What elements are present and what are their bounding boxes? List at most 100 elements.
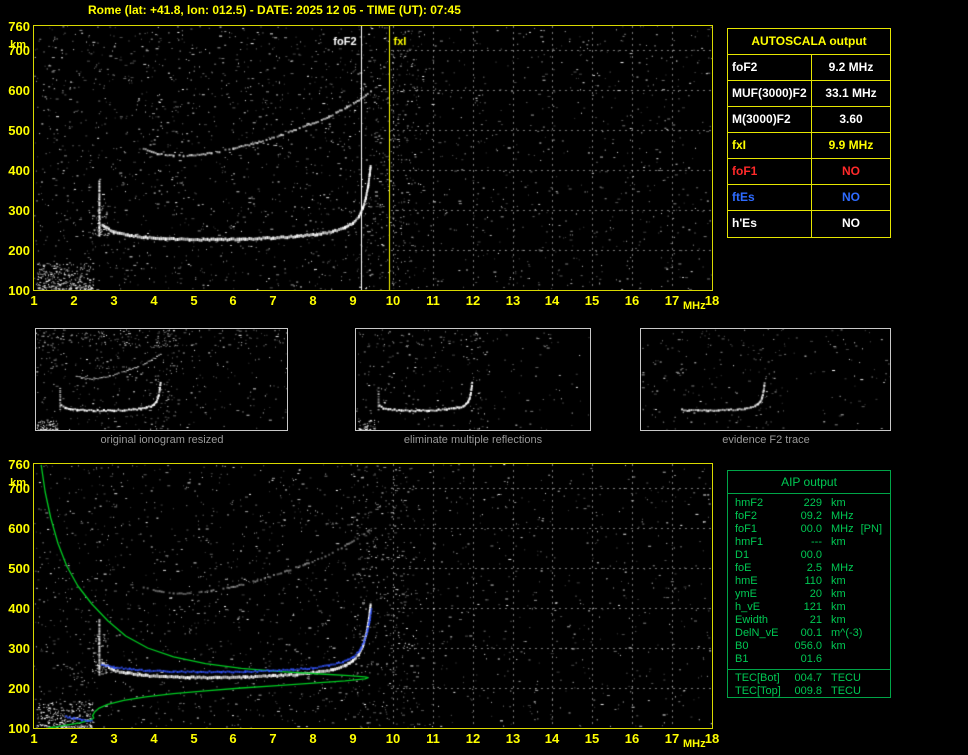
x-tick-label: 10 xyxy=(385,731,401,746)
aip-param-unit: TECU xyxy=(831,685,861,697)
x-tick-label: 11 xyxy=(426,731,440,746)
aip-row: DelN_vE 00.1 m^(-3) xyxy=(728,627,890,640)
autoscala-param-label: foF1 xyxy=(728,159,812,184)
x-tick-label: 9 xyxy=(349,731,357,746)
x-tick-label: 8 xyxy=(309,731,317,746)
x-tick-label: 17 xyxy=(664,731,680,746)
aip-tec-row: TEC[Top] 009.8 TECU xyxy=(728,685,890,698)
x-tick-label: 14 xyxy=(544,293,560,308)
aip-param-label: hmF2 xyxy=(735,497,764,509)
aip-param-label: foE xyxy=(735,562,752,574)
y-tick-label: 600 xyxy=(8,83,30,98)
aip-param-value: 00.0 xyxy=(800,523,822,535)
autoscala-row: foF2 9.2 MHz xyxy=(728,55,890,81)
autoscala-param-label: MUF(3000)F2 xyxy=(728,81,812,106)
x-tick-label: 6 xyxy=(229,731,237,746)
aip-param-value: 121 xyxy=(803,601,822,613)
x-tick-label: 2 xyxy=(70,731,78,746)
y-tick-label: 760 xyxy=(8,19,30,34)
x-tick-label: 9 xyxy=(349,293,357,308)
aip-param-unit: MHz xyxy=(831,523,854,535)
ionogram-bottom-frame xyxy=(33,463,713,729)
aip-param-value: 056.0 xyxy=(794,640,822,652)
aip-row: D1 00.0 xyxy=(728,549,890,562)
aip-param-unit: MHz xyxy=(831,510,854,522)
autoscala-param-value: 3.60 xyxy=(839,112,863,126)
aip-param-value: 229 xyxy=(803,497,822,509)
aip-row: hmF2 229 km xyxy=(728,497,890,510)
aip-row: foE 2.5 MHz xyxy=(728,562,890,575)
autoscala-param-value: 9.9 MHz xyxy=(828,138,874,152)
aip-panel-title: AIP output xyxy=(728,471,890,494)
ionogram-bottom-canvas xyxy=(34,464,712,728)
y-tick-label: 700 xyxy=(8,43,30,58)
x-tick-label: 8 xyxy=(309,293,317,308)
thumbnail-eliminate-canvas xyxy=(356,329,590,430)
autoscala-param-value: NO xyxy=(842,190,860,204)
autoscala-output-panel: AUTOSCALA output foF2 9.2 MHz MUF(3000)F2 3… xyxy=(727,28,891,238)
aip-param-value: 21 xyxy=(809,614,822,626)
aip-param-label: TEC[Bot] xyxy=(735,672,780,684)
y-tick-label: 100 xyxy=(8,283,30,298)
x-tick-label: 13 xyxy=(505,293,521,308)
autoscala-param-label: M(3000)F2 xyxy=(728,107,812,132)
y-tick-label: 200 xyxy=(8,243,30,258)
autoscala-param-value: NO xyxy=(842,164,860,178)
y-tick-label: 500 xyxy=(8,123,30,138)
y-axis-unit-label: km xyxy=(10,477,26,489)
aip-param-unit: km xyxy=(831,497,846,509)
x-tick-label: 12 xyxy=(465,731,481,746)
aip-param-label: foF2 xyxy=(735,510,758,522)
y-tick-label: 300 xyxy=(8,641,30,656)
y-tick-label: 700 xyxy=(8,481,30,496)
aip-param-unit: km xyxy=(831,588,846,600)
x-tick-label: 5 xyxy=(190,731,198,746)
autoscala-panel-title: AUTOSCALA output xyxy=(728,29,890,55)
aip-param-value: 009.8 xyxy=(794,685,822,697)
x-tick-label: 13 xyxy=(505,731,521,746)
aip-row: Ewidth 21 km xyxy=(728,614,890,627)
x-axis-unit-label: MHz xyxy=(683,300,706,312)
aip-param-label: TEC[Top] xyxy=(735,685,781,697)
x-tick-label: 10 xyxy=(385,293,401,308)
x-tick-label: 16 xyxy=(624,293,640,308)
x-tick-label: 18 xyxy=(704,731,720,746)
aip-param-label: DelN_vE xyxy=(735,627,779,639)
aip-param-value: 2.5 xyxy=(806,562,822,574)
autoscala-row: foF1 NO xyxy=(728,159,890,185)
y-tick-label: 760 xyxy=(8,457,30,472)
y-axis-unit-label: km xyxy=(10,39,26,51)
aip-param-unit: m^(-3) xyxy=(831,627,863,639)
y-tick-label: 400 xyxy=(8,163,30,178)
x-tick-label: 5 xyxy=(190,293,198,308)
y-tick-label: 300 xyxy=(8,203,30,218)
aip-row: hmE 110 km xyxy=(728,575,890,588)
ionogram-top-frame xyxy=(33,25,713,291)
aip-param-value: 00.0 xyxy=(800,549,822,561)
x-tick-label: 3 xyxy=(110,293,118,308)
x-tick-label: 4 xyxy=(150,293,158,308)
aip-tec-rows: TEC[Bot] 004.7 TECU TEC[Top] 009.8 TECU xyxy=(728,670,890,698)
thumbnail-original-canvas xyxy=(36,329,287,430)
x-tick-label: 15 xyxy=(584,293,600,308)
aip-param-unit: km xyxy=(831,614,846,626)
aip-param-unit: km xyxy=(831,575,846,587)
y-tick-label: 500 xyxy=(8,561,30,576)
x-tick-label: 1 xyxy=(30,293,38,308)
autoscala-param-label: fxI xyxy=(728,133,812,158)
aip-param-label: hmE xyxy=(735,575,758,587)
aip-param-unit: km xyxy=(831,601,846,613)
aip-row: ymE 20 km xyxy=(728,588,890,601)
aip-param-label: hmF1 xyxy=(735,536,764,548)
aip-param-label: Ewidth xyxy=(735,614,769,626)
x-tick-label: 18 xyxy=(704,293,720,308)
autoscala-param-value: 9.2 MHz xyxy=(828,60,874,74)
aip-param-unit: MHz xyxy=(831,562,854,574)
autoscala-screen: Rome (lat: +41.8, lon: 012.5) - DATE: 20… xyxy=(0,0,968,755)
x-tick-label: 7 xyxy=(269,293,277,308)
aip-row: B0 056.0 km xyxy=(728,640,890,653)
x-tick-label: 3 xyxy=(110,731,118,746)
autoscala-param-label: foF2 xyxy=(728,55,812,80)
aip-param-value: 09.2 xyxy=(800,510,822,522)
thumbnail-f2-canvas xyxy=(641,329,890,430)
